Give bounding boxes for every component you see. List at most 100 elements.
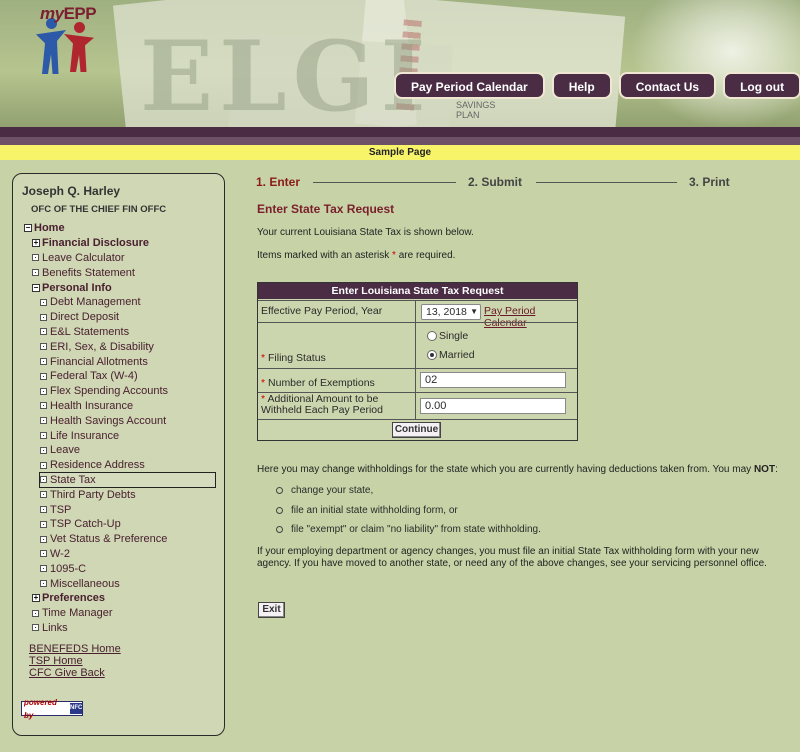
leaf-icon [40,313,47,321]
tree-item-home[interactable]: − Home [24,221,65,236]
tree-item-benefits-statement[interactable]: Benefits Statement [32,265,135,280]
filing-single-radio[interactable]: Single [427,330,468,342]
tree-item-tsp-catchup[interactable]: TSP Catch-Up [40,517,121,532]
tree-item-state-tax[interactable]: State Tax [39,471,216,489]
leaf-icon [32,254,39,262]
exit-button[interactable]: Exit [258,602,285,618]
tree-item-health-insurance[interactable]: Health Insurance [40,399,133,414]
tree-item-life-insurance[interactable]: Life Insurance [40,428,119,443]
exemptions-row: * Number of Exemptions 02 [258,368,577,392]
list-item: file "exempt" or claim "no liability" fr… [276,524,541,535]
current-tax-text: Your current Louisiana State Tax is show… [257,227,474,238]
filing-status-label: * Filing Status [258,323,416,368]
tree-item-eri-sex-disability[interactable]: ERI, Sex, & Disability [40,339,154,354]
tree-item-leave[interactable]: Leave [40,443,80,458]
tree-item-tsp[interactable]: TSP [40,502,71,517]
tree-item-el-statements[interactable]: E&L Statements [40,325,129,340]
tree-item-time-manager[interactable]: Time Manager [32,606,113,621]
collapse-icon[interactable]: − [32,283,40,292]
leaf-icon [40,476,47,484]
tree-item-1095c[interactable]: 1095-C [40,561,86,576]
leaf-icon [32,269,39,277]
expand-icon[interactable]: + [32,594,40,603]
cfc-give-back-link[interactable]: CFC Give Back [29,667,121,679]
leaf-icon [40,328,47,336]
leaf-icon [40,372,47,380]
filing-married-radio[interactable]: Married [427,349,475,361]
contact-us-button[interactable]: Contact Us [618,72,717,99]
tree-item-preferences[interactable]: + Preferences [32,591,105,606]
tree-item-third-party-debts[interactable]: Third Party Debts [40,487,136,502]
tree-item-federal-tax[interactable]: Federal Tax (W-4) [40,369,138,384]
leaf-icon [40,358,47,366]
tree-item-residence-address[interactable]: Residence Address [40,458,145,473]
required-note: Items marked with an asterisk * are requ… [257,250,456,261]
expand-icon[interactable]: + [32,239,40,248]
leaf-icon [40,432,47,440]
leaf-icon [40,343,47,351]
leaf-icon [40,550,47,558]
caduceus-graphic [630,0,800,130]
benefeds-home-link[interactable]: BENEFEDS Home [29,643,121,655]
sample-page-banner: Sample Page [0,145,800,160]
effective-period-select[interactable]: 13, 2018 ▼ [421,304,481,320]
user-organization: OFC OF THE CHIEF FIN OFFC [31,204,167,215]
tree-item-personal-info[interactable]: − Personal Info [32,280,112,295]
pay-period-calendar-button[interactable]: Pay Period Calendar [394,72,545,99]
background-lettering: ELGI [140,20,432,130]
tree-item-w2[interactable]: W-2 [40,547,70,562]
tree-item-financial-allotments[interactable]: Financial Allotments [40,354,148,369]
leaf-icon [40,417,47,425]
tree-item-leave-calculator[interactable]: Leave Calculator [32,251,125,266]
header-divider [0,137,800,145]
tree-item-links[interactable]: Links [32,621,68,636]
step-print: 3. Print [689,175,730,189]
step-submit: 2. Submit [468,175,523,189]
step-connector [313,182,456,183]
header: ELGI SAVINGS PLAN myEPP Pay Period Calend… [0,0,800,130]
logo-figure-red [64,22,94,72]
agency-change-paragraph: If your employing department or agency c… [257,546,767,569]
tree-item-direct-deposit[interactable]: Direct Deposit [40,310,119,325]
exemptions-label: * Number of Exemptions [258,369,416,392]
step-enter: 1. Enter [256,175,301,189]
tree-item-debt-management[interactable]: Debt Management [40,295,141,310]
radio-icon [427,331,437,341]
additional-amount-label: * Additional Amount to be Withheld Each P… [258,393,416,419]
progress-steps: 1. Enter 2. Submit 3. Print [256,175,776,189]
tree-item-miscellaneous[interactable]: Miscellaneous [40,576,120,591]
continue-button[interactable]: Continue [392,422,441,438]
tree-item-vet-status[interactable]: Vet Status & Preference [40,532,167,547]
log-out-button[interactable]: Log out [723,72,800,99]
tree-item-health-savings[interactable]: Health Savings Account [40,413,166,428]
leaf-icon [40,446,47,454]
leaf-icon [40,298,47,306]
tsp-home-link[interactable]: TSP Home [29,655,121,667]
nfc-logo-icon: NFC [70,703,82,714]
savings-plan-text: SAVINGS PLAN [456,100,496,120]
filing-status-row: * Filing Status Single Married [258,322,577,368]
radio-selected-icon [427,350,437,360]
leaf-icon [40,461,47,469]
help-button[interactable]: Help [551,72,612,99]
additional-amount-input[interactable]: 0.00 [420,398,566,414]
exemptions-input[interactable]: 02 [420,372,566,388]
leaf-icon [40,565,47,573]
user-name: Joseph Q. Harley [22,184,121,198]
header-divider-dark [0,127,800,137]
chevron-down-icon: ▼ [470,307,478,316]
leaf-icon [40,402,47,410]
tree-item-financial-disclosure[interactable]: + Financial Disclosure [32,236,149,251]
list-item: file an initial state withholding form, … [276,505,458,516]
top-navigation: Pay Period Calendar Help Contact Us Log … [394,72,800,99]
collapse-icon[interactable]: − [24,224,32,233]
leaf-icon [40,535,47,543]
tree-item-flex-spending[interactable]: Flex Spending Accounts [40,384,168,399]
info-paragraph: Here you may change withholdings for the… [257,464,778,475]
leaf-icon [40,520,47,528]
additional-amount-row: * Additional Amount to be Withheld Each P… [258,392,577,419]
external-links: BENEFEDS Home TSP Home CFC Give Back [29,643,121,679]
leaf-icon [32,609,39,617]
list-item: change your state, [276,485,373,496]
leaf-icon [40,580,47,588]
